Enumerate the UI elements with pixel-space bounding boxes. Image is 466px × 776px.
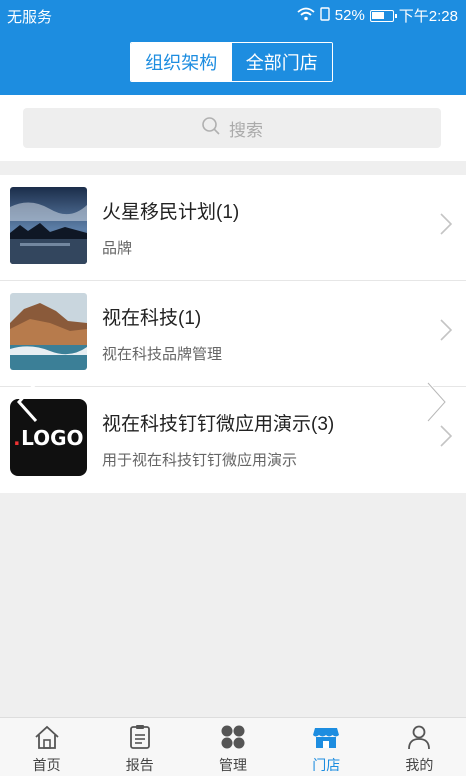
sim-icon — [320, 6, 330, 25]
home-icon — [33, 724, 61, 753]
list-item[interactable]: . LOGO 视在科技钉钉微应用演示(3) 用于视在科技钉钉微应用演示 — [0, 387, 466, 493]
store-thumbnail — [10, 187, 87, 264]
carrier-label: 无服务 — [7, 9, 53, 26]
chevron-right-icon — [440, 213, 453, 240]
segmented-control: 组织架构 全部门店 — [130, 42, 333, 82]
store-list: 火星移民计划(1) 品牌 视在科技(1) 视在科技品牌管理 . LOGO 视在科… — [0, 175, 466, 493]
status-bar: 无服务 52% 下午2:28 — [0, 0, 466, 30]
tab-home[interactable]: 首页 — [0, 718, 93, 776]
bottom-tab-bar: 首页 报告 管理 门店 我的 — [0, 717, 466, 776]
clock: 下午2:28 — [398, 8, 458, 25]
store-title: 火星移民计划(1) — [102, 202, 240, 223]
battery-percent: 52% — [334, 7, 365, 24]
store-thumbnail — [10, 293, 87, 370]
manage-icon — [219, 724, 247, 753]
chevron-right-icon — [440, 319, 453, 346]
list-item[interactable]: 火星移民计划(1) 品牌 — [0, 175, 466, 281]
tab-all-stores[interactable]: 全部门店 — [231, 43, 332, 81]
store-subtitle: 视在科技品牌管理 — [102, 346, 223, 363]
carousel-prev-icon[interactable] — [14, 380, 40, 429]
wifi-icon — [297, 7, 315, 25]
store-subtitle: 品牌 — [102, 240, 133, 257]
report-icon — [126, 724, 154, 753]
tab-label: 我的 — [405, 757, 434, 773]
tab-organization[interactable]: 组织架构 — [131, 43, 232, 81]
status-indicators: 52% 下午2:28 — [297, 5, 458, 26]
tab-profile[interactable]: 我的 — [373, 718, 466, 776]
profile-icon — [405, 724, 433, 753]
store-subtitle: 用于视在科技钉钉微应用演示 — [102, 452, 298, 469]
tab-label: 报告 — [125, 757, 154, 773]
search-input[interactable]: 搜索 — [23, 108, 441, 148]
carousel-next-icon[interactable] — [424, 380, 450, 429]
tab-store[interactable]: 门店 — [280, 718, 373, 776]
store-icon — [312, 724, 340, 753]
store-title: 视在科技(1) — [102, 308, 202, 329]
logo-text: LOGO — [21, 425, 84, 450]
search-area: 搜索 — [0, 95, 466, 161]
tab-label: 门店 — [312, 757, 341, 773]
search-icon — [201, 116, 221, 141]
tab-label: 管理 — [219, 757, 247, 773]
list-item[interactable]: 视在科技(1) 视在科技品牌管理 — [0, 281, 466, 387]
search-placeholder: 搜索 — [229, 120, 263, 140]
app-header: 无服务 52% 下午2:28 组织架构 全部门店 — [0, 0, 466, 95]
tab-report[interactable]: 报告 — [93, 718, 186, 776]
battery-icon — [369, 9, 397, 22]
store-title: 视在科技钉钉微应用演示(3) — [102, 414, 335, 435]
tab-manage[interactable]: 管理 — [186, 718, 279, 776]
chevron-right-icon — [440, 425, 453, 452]
tab-label: 首页 — [32, 757, 61, 773]
